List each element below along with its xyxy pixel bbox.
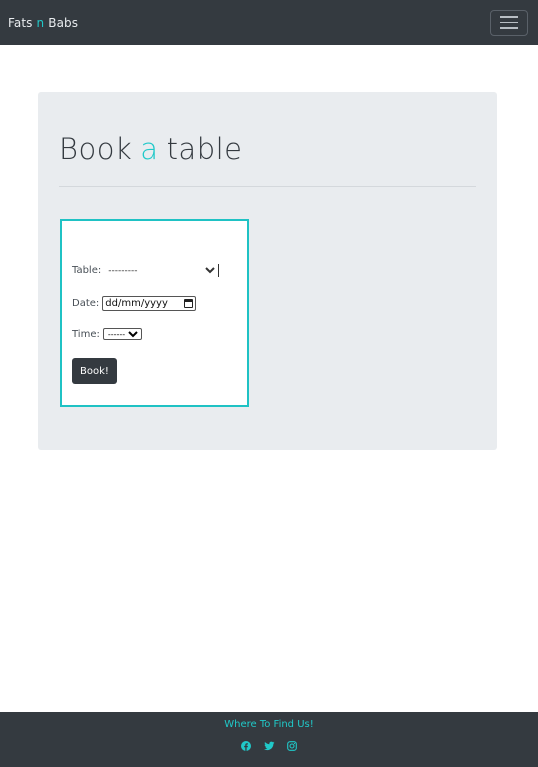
hamburger-icon (500, 16, 518, 18)
navbar-toggle-button[interactable] (490, 9, 528, 36)
page-title: Book a table (59, 132, 243, 166)
date-placeholder: dd/mm/yyyy (105, 298, 168, 309)
time-row: Time: --------- (72, 328, 142, 340)
title-part2: table (166, 132, 243, 166)
time-label: Time: (72, 328, 100, 340)
social-links (0, 740, 538, 751)
table-label: Table: (72, 265, 102, 276)
facebook-icon[interactable] (241, 740, 252, 751)
brand-link[interactable]: Fats n Babs (8, 16, 78, 30)
brand-accent: n (36, 15, 45, 30)
title-part1: Book (59, 132, 133, 166)
brand-part2: Babs (48, 15, 79, 30)
instagram-icon[interactable] (287, 740, 298, 751)
twitter-icon[interactable] (263, 740, 275, 751)
booking-form: Table: --------- Date: dd/mm/yyyy Time: … (60, 219, 249, 407)
calendar-icon[interactable] (184, 299, 194, 308)
booking-panel: Book a table Table: --------- Date: dd/m… (38, 92, 497, 450)
footer-title: Where To Find Us! (224, 719, 314, 730)
footer: Where To Find Us! (0, 712, 538, 767)
date-row: Date: dd/mm/yyyy (72, 296, 197, 311)
title-accent: a (140, 132, 159, 166)
brand-part1: Fats (8, 15, 33, 30)
navbar: Fats n Babs (0, 0, 538, 45)
table-select[interactable]: --------- (104, 264, 220, 277)
divider (59, 186, 476, 187)
book-button[interactable]: Book! (72, 358, 117, 384)
date-label: Date: (72, 298, 100, 309)
table-row: Table: --------- (72, 264, 220, 277)
date-input[interactable]: dd/mm/yyyy (102, 296, 197, 311)
time-select[interactable]: --------- (102, 328, 142, 340)
